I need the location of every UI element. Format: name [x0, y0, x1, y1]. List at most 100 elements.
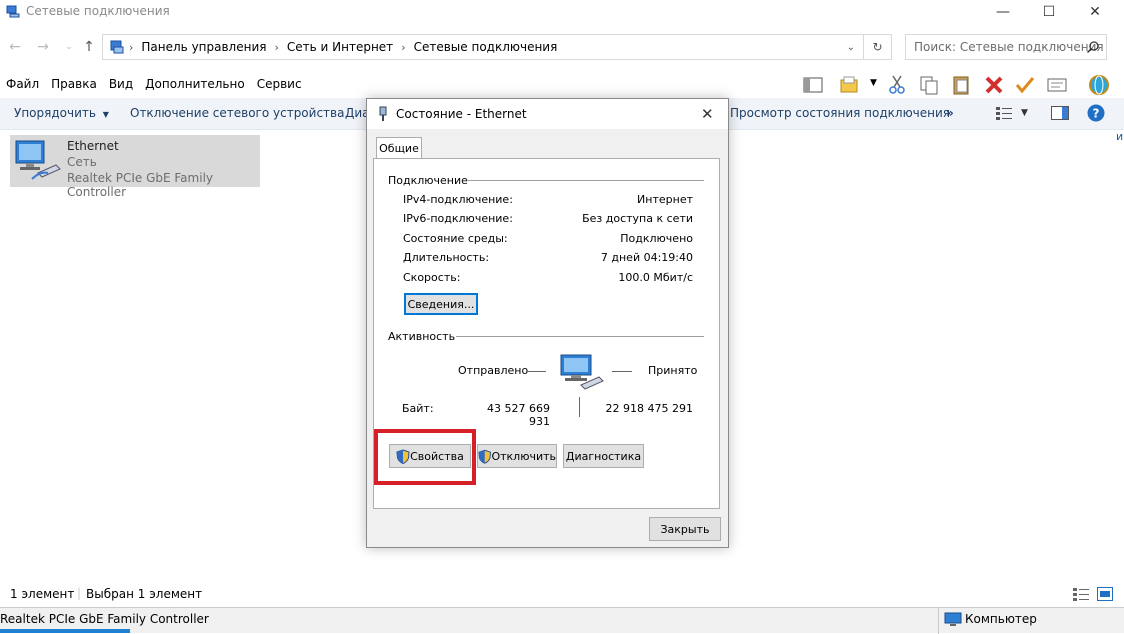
folder-options-icon[interactable] [838, 74, 860, 96]
status-bar: 1 элемент | Выбран 1 элемент [0, 584, 1124, 606]
breadcrumb-separator-icon: › [274, 40, 279, 54]
disable-button[interactable]: Отключить [477, 444, 557, 468]
breadcrumb-network-internet[interactable]: Сеть и Интернет [287, 40, 393, 54]
svg-text:?: ? [1093, 107, 1100, 121]
close-button[interactable]: Закрыть [649, 517, 721, 541]
activity-group-heading: Активность [388, 330, 456, 343]
dialog-title: Состояние - Ethernet [396, 107, 527, 121]
item-count: 1 элемент [10, 587, 75, 601]
connection-adapter: Realtek PCIe GbE Family Controller [67, 171, 213, 199]
preview-pane-icon[interactable] [802, 74, 824, 96]
breadcrumb-separator-icon: › [129, 40, 134, 54]
change-view-icon[interactable] [996, 106, 1014, 120]
computer-icon [944, 612, 962, 626]
network-folder-icon [6, 5, 20, 18]
help-icon[interactable]: ? [1087, 104, 1105, 122]
disable-device-button[interactable]: Отключение сетевого устройства [130, 106, 344, 120]
preview-pane-toggle-icon[interactable] [1051, 106, 1069, 120]
computer-label: Компьютер [965, 612, 1037, 626]
menu-advanced[interactable]: Дополнительно [139, 77, 251, 91]
ipv4-value: Интернет [637, 193, 693, 206]
breadcrumb-network-connections[interactable]: Сетевые подключения [414, 40, 558, 54]
window-titlebar: Сетевые подключения — ☐ ✕ [0, 0, 1124, 24]
breadcrumb-separator-icon: › [401, 40, 406, 54]
dialog-close-icon[interactable]: ✕ [701, 105, 714, 123]
large-icons-view-icon[interactable] [1097, 587, 1113, 601]
details-bar: Realtek PCIe GbE Family Controller Компь… [0, 607, 1124, 634]
connection-name: Ethernet [67, 139, 119, 153]
maximize-button[interactable]: ☐ [1026, 0, 1072, 24]
ipv6-value: Без доступа к сети [582, 212, 693, 225]
status-divider: | [77, 586, 82, 600]
checkmark-icon[interactable] [1014, 74, 1036, 96]
recent-dropdown-icon[interactable]: ⌄ [58, 36, 80, 58]
received-line [612, 371, 632, 372]
media-state-label: Состояние среды: [403, 232, 508, 245]
speed-value: 100.0 Мбит/с [618, 271, 693, 284]
copy-icon[interactable] [918, 74, 940, 96]
network-globe-icon[interactable] [1086, 74, 1112, 96]
connection-group-heading: Подключение [388, 174, 468, 187]
view-status-button[interactable]: Просмотр состояния подключения [730, 106, 950, 120]
details-button[interactable]: Сведения... [404, 293, 478, 315]
network-activity-icon [560, 354, 604, 390]
window-title: Сетевые подключения [26, 4, 170, 18]
ethernet-connection-item[interactable]: Ethernet Сеть Realtek PCIe GbE Family Co… [10, 135, 260, 199]
bytes-sent-value: 43 527 669 931 [487, 402, 550, 428]
ipv4-label: IPv4-подключение: [403, 193, 513, 206]
received-label: Принято [648, 364, 698, 377]
bytes-label: Байт: [402, 402, 434, 415]
breadcrumb-control-panel[interactable]: Панель управления [141, 40, 266, 54]
delete-icon[interactable] [983, 74, 1005, 96]
ipv6-label: IPv6-подключение: [403, 212, 513, 225]
disable-label: Отключить [491, 449, 556, 463]
menu-view[interactable]: Вид [103, 77, 139, 91]
up-arrow-icon[interactable]: ↑ [78, 36, 100, 58]
views-dropdown-icon[interactable]: ▼ [870, 78, 877, 88]
properties-icon[interactable] [1046, 74, 1068, 96]
refresh-button[interactable]: ↻ [864, 34, 892, 60]
sent-label: Отправлено [458, 364, 529, 377]
tab-general[interactable]: Общие [376, 137, 422, 159]
adapter-status-text: Realtek PCIe GbE Family Controller [0, 612, 209, 626]
control-panel-icon [110, 40, 124, 54]
ethernet-plug-icon [379, 106, 387, 121]
search-placeholder: Поиск: Сетевые подключения [914, 40, 1104, 54]
sent-line [526, 371, 546, 372]
minimize-button[interactable]: — [980, 0, 1026, 24]
diagnose-button[interactable]: Диагностика [563, 444, 644, 468]
menu-file[interactable]: Файл [0, 77, 45, 91]
back-arrow-icon[interactable]: ← [4, 36, 26, 58]
cut-icon[interactable] [886, 74, 908, 96]
search-icon [1086, 41, 1099, 54]
activity-group-line [456, 336, 704, 337]
details-view-icon[interactable] [1073, 587, 1091, 601]
paste-icon[interactable] [950, 74, 972, 96]
duration-value: 7 дней 04:19:40 [600, 251, 693, 264]
duration-label: Длительность: [403, 251, 490, 264]
speed-label: Скорость: [403, 271, 461, 284]
bytes-received-value: 22 918 475 291 [605, 402, 693, 415]
search-input[interactable]: Поиск: Сетевые подключения [905, 34, 1107, 60]
connection-network: Сеть [67, 155, 97, 169]
close-window-button[interactable]: ✕ [1072, 0, 1118, 24]
more-commands-button[interactable]: » [946, 106, 954, 120]
view-dropdown-icon[interactable]: ▼ [1021, 108, 1028, 118]
address-bar[interactable]: › Панель управления › Сеть и Интернет › … [102, 34, 864, 60]
organize-button[interactable]: Упорядочить ▼ [14, 106, 109, 120]
menu-tools[interactable]: Сервис [251, 77, 308, 91]
organize-label: Упорядочить [14, 106, 96, 120]
uac-shield-icon [478, 449, 492, 464]
bytes-divider [579, 397, 580, 417]
bottombar-divider [938, 608, 939, 634]
background-window-edge: и [1116, 130, 1124, 143]
menu-edit[interactable]: Правка [45, 77, 103, 91]
address-dropdown-icon[interactable]: ⌄ [847, 42, 855, 53]
forward-arrow-icon[interactable]: → [32, 36, 54, 58]
highlight-box [374, 429, 476, 485]
media-state-value: Подключено [620, 232, 693, 245]
menu-bar: Файл Правка Вид Дополнительно Сервис [0, 72, 308, 96]
selected-count: Выбран 1 элемент [86, 587, 203, 601]
progress-strip [0, 629, 130, 633]
chevron-down-icon: ▼ [102, 110, 109, 119]
